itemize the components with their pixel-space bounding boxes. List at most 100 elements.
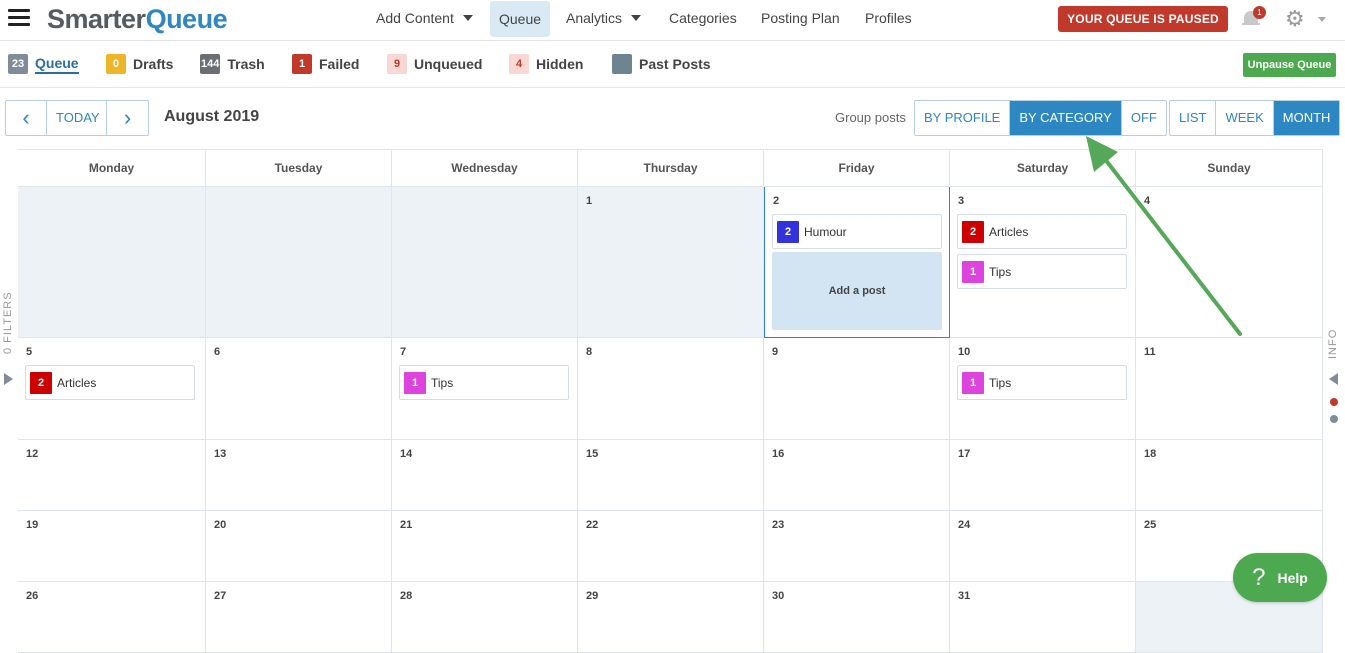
view-list-button[interactable]: LIST bbox=[1170, 101, 1217, 135]
unpause-queue-button[interactable]: Unpause Queue bbox=[1243, 53, 1336, 77]
nav-posting-plan[interactable]: Posting Plan bbox=[752, 0, 849, 37]
post-group-tips[interactable]: 1 Tips bbox=[957, 365, 1127, 400]
calendar-day[interactable]: 18 bbox=[1136, 440, 1323, 511]
nav-categories[interactable]: Categories bbox=[660, 0, 746, 37]
tab-drafts[interactable]: 0 Drafts bbox=[106, 53, 173, 75]
calendar-day[interactable] bbox=[18, 187, 206, 338]
day-number: 10 bbox=[958, 346, 971, 358]
expand-filters-icon[interactable] bbox=[4, 373, 13, 385]
day-number: 30 bbox=[772, 590, 785, 602]
group-by-category-button[interactable]: BY CATEGORY bbox=[1010, 101, 1122, 135]
calendar-day[interactable]: 17 bbox=[950, 440, 1136, 511]
help-button[interactable]: ? Help bbox=[1233, 553, 1327, 602]
hamburger-menu-icon[interactable] bbox=[8, 9, 30, 29]
calendar-day[interactable]: 12 bbox=[18, 440, 206, 511]
group-off-button[interactable]: OFF bbox=[1122, 101, 1166, 135]
nav-profiles[interactable]: Profiles bbox=[856, 0, 921, 37]
calendar-day[interactable]: 15 bbox=[578, 440, 764, 511]
help-label: Help bbox=[1277, 569, 1308, 586]
calendar-day[interactable]: 28 bbox=[392, 582, 578, 653]
calendar-day[interactable]: 20 bbox=[206, 511, 392, 582]
calendar-day[interactable]: 22 bbox=[578, 511, 764, 582]
calendar-day[interactable] bbox=[206, 187, 392, 338]
gear-icon[interactable]: ⚙ bbox=[1285, 8, 1305, 30]
tab-drafts-label: Drafts bbox=[133, 56, 174, 72]
calendar-day[interactable]: 23 bbox=[764, 511, 950, 582]
calendar-day[interactable]: 5 2 Articles bbox=[18, 338, 206, 440]
calendar-day[interactable]: 3 2 Articles 1 Tips bbox=[950, 187, 1136, 338]
view-week-button[interactable]: WEEK bbox=[1216, 101, 1274, 135]
group-by-profile-button[interactable]: BY PROFILE bbox=[915, 101, 1011, 135]
calendar-day[interactable]: 2 2 Humour Add a post bbox=[764, 187, 950, 338]
add-post-button[interactable]: Add a post bbox=[772, 252, 942, 330]
info-label[interactable]: INFO bbox=[1327, 325, 1339, 359]
nav-add-content[interactable]: Add Content bbox=[367, 0, 482, 37]
filters-label[interactable]: 0 FILTERS bbox=[2, 291, 16, 354]
calendar-day[interactable]: 10 1 Tips bbox=[950, 338, 1136, 440]
post-group-humour[interactable]: 2 Humour bbox=[772, 214, 942, 249]
calendar-day[interactable]: 16 bbox=[764, 440, 950, 511]
tab-past-posts-label: Past Posts bbox=[639, 56, 711, 72]
day-number: 24 bbox=[958, 519, 971, 531]
prev-month-button[interactable]: ‹ bbox=[6, 101, 47, 135]
tab-hidden[interactable]: 4 Hidden bbox=[509, 53, 583, 75]
view-month-button[interactable]: MONTH bbox=[1273, 101, 1340, 135]
calendar-day[interactable]: 31 bbox=[950, 582, 1136, 653]
nav-add-content-label: Add Content bbox=[376, 10, 454, 26]
weekday-sunday: Sunday bbox=[1136, 150, 1323, 187]
nav-analytics-label: Analytics bbox=[566, 10, 623, 26]
calendar-day[interactable]: 6 bbox=[206, 338, 392, 440]
post-category-label: Tips bbox=[431, 375, 454, 390]
day-number: 6 bbox=[214, 346, 221, 358]
calendar-day[interactable]: 29 bbox=[578, 582, 764, 653]
today-button[interactable]: TODAY bbox=[47, 101, 107, 135]
nav-analytics[interactable]: Analytics bbox=[557, 0, 650, 37]
calendar-day[interactable]: 27 bbox=[206, 582, 392, 653]
tab-queue-label: Queue bbox=[35, 55, 79, 74]
queue-paused-button[interactable]: YOUR QUEUE IS PAUSED bbox=[1058, 6, 1228, 32]
post-group-articles[interactable]: 2 Articles bbox=[957, 214, 1127, 249]
calendar-day[interactable]: 9 bbox=[764, 338, 950, 440]
tab-unqueued-count: 9 bbox=[387, 54, 407, 74]
calendar-day[interactable] bbox=[392, 187, 578, 338]
tab-past-posts[interactable]: Past Posts bbox=[612, 53, 711, 75]
calendar-day[interactable]: 24 bbox=[950, 511, 1136, 582]
expand-info-icon[interactable] bbox=[1329, 373, 1338, 385]
logo-text-smarter: Smarter bbox=[47, 4, 146, 34]
calendar-day[interactable]: 13 bbox=[206, 440, 392, 511]
calendar-day[interactable]: 4 bbox=[1136, 187, 1323, 338]
chevron-down-icon bbox=[462, 15, 473, 21]
weekday-saturday: Saturday bbox=[950, 150, 1136, 187]
tab-failed[interactable]: 1 Failed bbox=[292, 53, 359, 75]
calendar-day[interactable]: 26 bbox=[18, 582, 206, 653]
nav-queue[interactable]: Queue bbox=[490, 1, 551, 37]
post-count-badge: 1 bbox=[404, 371, 426, 394]
chevron-down-icon[interactable] bbox=[1318, 17, 1326, 22]
day-number: 2 bbox=[773, 195, 780, 207]
calendar-day[interactable]: 8 bbox=[578, 338, 764, 440]
weekday-tuesday: Tuesday bbox=[206, 150, 392, 187]
tab-unqueued[interactable]: 9 Unqueued bbox=[387, 53, 482, 75]
post-category-label: Tips bbox=[989, 375, 1012, 390]
logo[interactable]: SmarterQueue bbox=[47, 4, 228, 35]
calendar-day[interactable]: 30 bbox=[764, 582, 950, 653]
calendar-day[interactable]: 14 bbox=[392, 440, 578, 511]
calendar-day[interactable]: 19 bbox=[18, 511, 206, 582]
next-month-button[interactable]: › bbox=[107, 101, 148, 135]
logo-text-queue: Queue bbox=[145, 4, 228, 34]
post-category-label: Tips bbox=[989, 264, 1012, 279]
calendar-day[interactable]: 7 1 Tips bbox=[392, 338, 578, 440]
day-number: 27 bbox=[214, 590, 227, 602]
post-group-articles[interactable]: 2 Articles bbox=[25, 365, 195, 400]
day-number: 5 bbox=[26, 346, 33, 358]
post-group-tips[interactable]: 1 Tips bbox=[399, 365, 569, 400]
tab-trash[interactable]: 144 Trash bbox=[200, 53, 265, 75]
calendar-day[interactable]: 1 bbox=[578, 187, 764, 338]
calendar-day[interactable]: 11 bbox=[1136, 338, 1323, 440]
post-group-tips[interactable]: 1 Tips bbox=[957, 254, 1127, 289]
day-number: 11 bbox=[1144, 346, 1156, 358]
day-number: 4 bbox=[1144, 195, 1151, 207]
calendar-day[interactable]: 21 bbox=[392, 511, 578, 582]
day-number: 7 bbox=[400, 346, 407, 358]
tab-queue[interactable]: 23 Queue bbox=[8, 53, 79, 75]
